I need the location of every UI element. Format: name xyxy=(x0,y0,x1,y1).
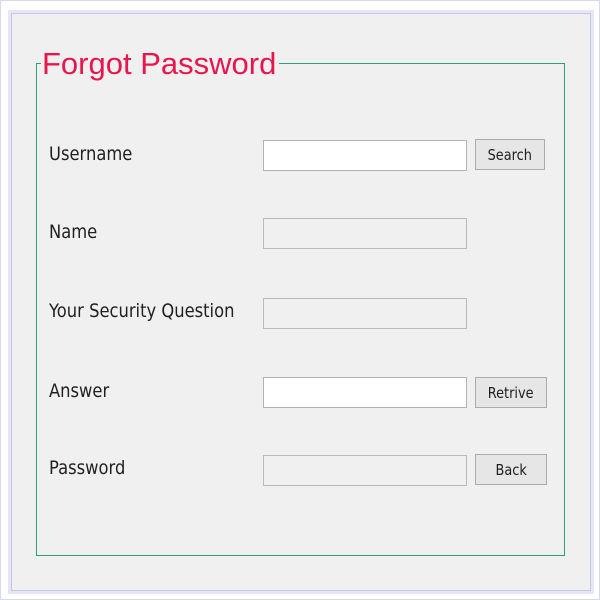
password-label: Password xyxy=(49,457,126,479)
name-label: Name xyxy=(49,221,98,243)
forgot-password-window: Forgot Password Username Search Name You… xyxy=(11,13,591,591)
name-field xyxy=(263,218,467,249)
form-title: Forgot Password xyxy=(41,44,280,84)
username-label: Username xyxy=(49,143,133,165)
username-input[interactable] xyxy=(263,140,467,171)
security-question-label: Your Security Question xyxy=(49,300,235,322)
back-button[interactable]: Back xyxy=(475,454,547,485)
answer-label: Answer xyxy=(49,380,110,402)
retrive-button-label: Retrive xyxy=(488,383,534,402)
retrive-button[interactable]: Retrive xyxy=(475,377,547,408)
search-button[interactable]: Search xyxy=(475,139,545,170)
answer-input[interactable] xyxy=(263,377,467,408)
search-button-label: Search xyxy=(487,145,533,164)
password-field xyxy=(263,455,467,486)
outer-frame: Forgot Password Username Search Name You… xyxy=(0,0,600,600)
security-question-field xyxy=(263,298,467,329)
back-button-label: Back xyxy=(495,460,527,479)
